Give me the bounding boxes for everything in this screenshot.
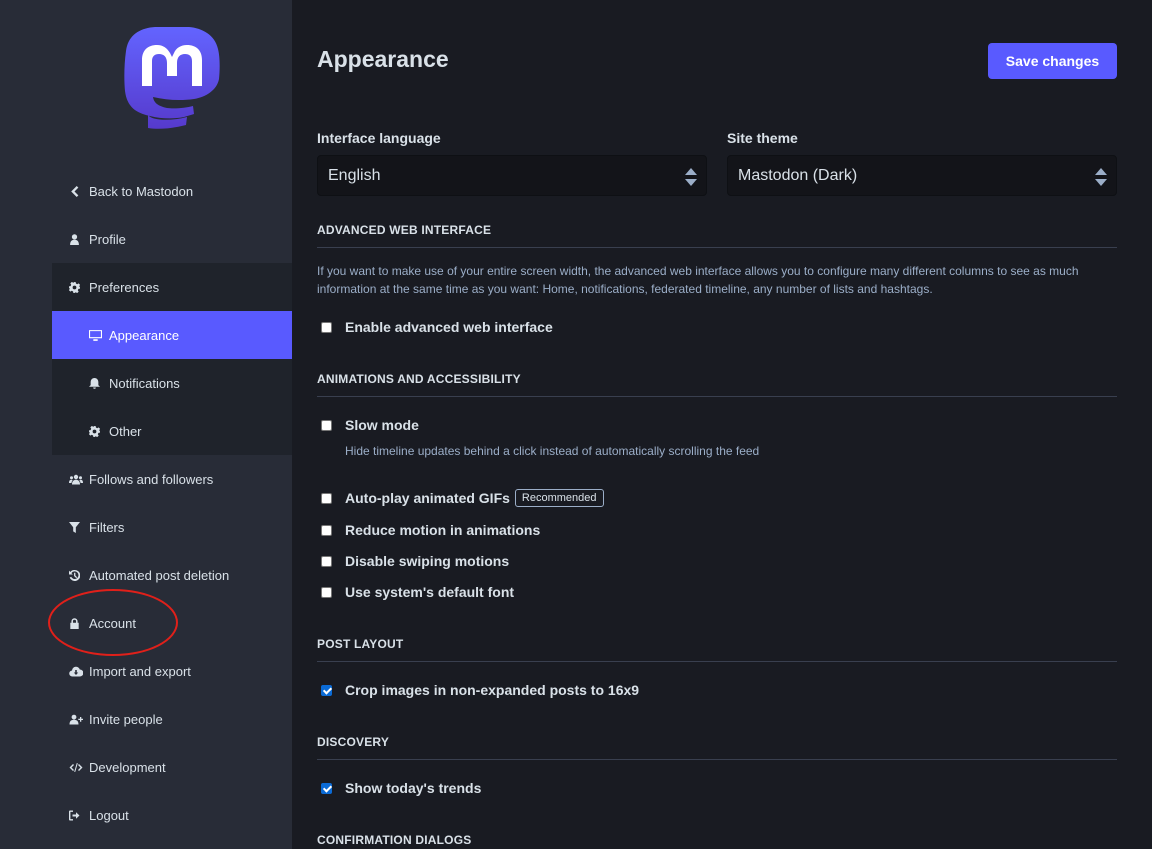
history-icon: [69, 569, 89, 581]
chevron-left-icon: [69, 185, 89, 197]
reduce-motion-row[interactable]: Reduce motion in animations: [321, 522, 540, 538]
sidebar-item-label: Account: [89, 615, 136, 631]
sidebar-item-label: Filters: [89, 519, 125, 535]
main-content: Appearance Save changes Interface langua…: [292, 0, 1152, 849]
cloud-download-icon: [69, 666, 89, 677]
system-font-row[interactable]: Use system's default font: [321, 584, 514, 600]
save-button[interactable]: Save changes: [988, 43, 1117, 79]
user-icon: [69, 233, 89, 245]
sidebar: Back to Mastodon Profile Preferences App…: [0, 0, 292, 849]
desktop-icon: [89, 329, 109, 341]
users-icon: [69, 474, 89, 485]
show-trends-label: Show today's trends: [345, 780, 482, 796]
sidebar-item-label: Automated post deletion: [89, 567, 230, 583]
recommended-badge: Recommended: [514, 489, 604, 507]
crop-images-label: Crop images in non-expanded posts to 16x…: [345, 682, 640, 698]
sidebar-item-development[interactable]: Development: [52, 743, 292, 791]
sidebar-item-account[interactable]: Account: [52, 599, 292, 647]
advanced-interface-label: Enable advanced web interface: [345, 319, 553, 335]
reduce-motion-checkbox[interactable]: [321, 524, 332, 536]
sidebar-item-follows[interactable]: Follows and followers: [52, 455, 292, 503]
gear-icon: [69, 281, 89, 293]
sign-out-icon: [69, 810, 89, 821]
sidebar-item-appearance[interactable]: Appearance: [52, 311, 292, 359]
preferences-group: Preferences Appearance Notifications Oth…: [52, 263, 292, 455]
animations-section-title: ANIMATIONS AND ACCESSIBILITY: [317, 372, 1117, 397]
sidebar-item-post-deletion[interactable]: Automated post deletion: [52, 551, 292, 599]
gear-icon: [89, 425, 109, 437]
site-theme-value: Mastodon (Dark): [738, 166, 858, 184]
interface-language-value: English: [328, 166, 381, 184]
sidebar-item-label: Follows and followers: [89, 471, 214, 487]
sidebar-item-label: Appearance: [109, 327, 180, 343]
select-arrows-icon: [685, 168, 697, 186]
site-theme-label: Site theme: [727, 130, 798, 146]
sidebar-item-notifications[interactable]: Notifications: [52, 359, 292, 407]
sidebar-item-preferences[interactable]: Preferences: [52, 263, 292, 311]
disable-swipe-checkbox[interactable]: [321, 555, 332, 567]
sidebar-item-label: Other: [109, 423, 142, 439]
advanced-hint: If you want to make use of your entire s…: [317, 264, 1079, 296]
reduce-motion-label: Reduce motion in animations: [345, 522, 541, 538]
sidebar-item-label: Preferences: [89, 279, 160, 295]
sidebar-item-label: Back to Mastodon: [89, 183, 194, 199]
sidebar-item-filters[interactable]: Filters: [52, 503, 292, 551]
sidebar-item-import-export[interactable]: Import and export: [52, 647, 292, 695]
system-font-label: Use system's default font: [345, 584, 515, 600]
interface-language-label: Interface language: [317, 130, 441, 146]
sidebar-item-invite[interactable]: Invite people: [52, 695, 292, 743]
autoplay-gifs-row[interactable]: Auto-play animated GIFs Recommended: [321, 489, 604, 507]
mastodon-logo[interactable]: [124, 27, 220, 129]
lock-icon: [69, 617, 89, 629]
crop-images-checkbox[interactable]: [321, 684, 332, 696]
crop-images-row[interactable]: Crop images in non-expanded posts to 16x…: [321, 682, 639, 698]
select-arrows-icon: [1095, 168, 1107, 186]
page-title: Appearance: [317, 46, 449, 72]
system-font-checkbox[interactable]: [321, 586, 332, 598]
advanced-section-title: ADVANCED WEB INTERFACE: [317, 223, 1117, 248]
sidebar-item-label: Development: [89, 759, 166, 775]
slow-mode-label: Slow mode: [345, 417, 419, 433]
disable-swipe-label: Disable swiping motions: [345, 553, 510, 569]
bell-icon: [89, 377, 109, 389]
sidebar-item-back[interactable]: Back to Mastodon: [52, 167, 292, 215]
sidebar-item-label: Import and export: [89, 663, 191, 679]
sidebar-item-label: Invite people: [89, 711, 163, 727]
user-plus-icon: [69, 714, 89, 725]
disable-swipe-row[interactable]: Disable swiping motions: [321, 553, 509, 569]
settings-nav: Back to Mastodon Profile Preferences App…: [52, 167, 292, 839]
slow-mode-hint: Hide timeline updates behind a click ins…: [345, 444, 760, 458]
sidebar-item-other[interactable]: Other: [52, 407, 292, 455]
code-icon: [69, 762, 89, 773]
sidebar-item-label: Profile: [89, 231, 126, 247]
show-trends-checkbox[interactable]: [321, 782, 332, 794]
interface-language-select[interactable]: English: [317, 155, 707, 196]
filter-icon: [69, 521, 89, 533]
show-trends-row[interactable]: Show today's trends: [321, 780, 481, 796]
sidebar-item-label: Notifications: [109, 375, 180, 391]
autoplay-gifs-checkbox[interactable]: [321, 492, 332, 504]
discovery-section-title: DISCOVERY: [317, 735, 1117, 760]
sidebar-item-logout[interactable]: Logout: [52, 791, 292, 839]
confirmation-section-title: CONFIRMATION DIALOGS: [317, 833, 1117, 849]
advanced-interface-checkbox-row[interactable]: Enable advanced web interface: [321, 319, 553, 335]
site-theme-select[interactable]: Mastodon (Dark): [727, 155, 1117, 196]
advanced-interface-checkbox[interactable]: [321, 321, 332, 333]
slow-mode-row[interactable]: Slow mode: [321, 417, 419, 433]
sidebar-item-label: Logout: [89, 807, 129, 823]
autoplay-gifs-label: Auto-play animated GIFs: [345, 490, 510, 506]
slow-mode-checkbox[interactable]: [321, 419, 332, 431]
sidebar-item-profile[interactable]: Profile: [52, 215, 292, 263]
post-layout-section-title: POST LAYOUT: [317, 637, 1117, 662]
